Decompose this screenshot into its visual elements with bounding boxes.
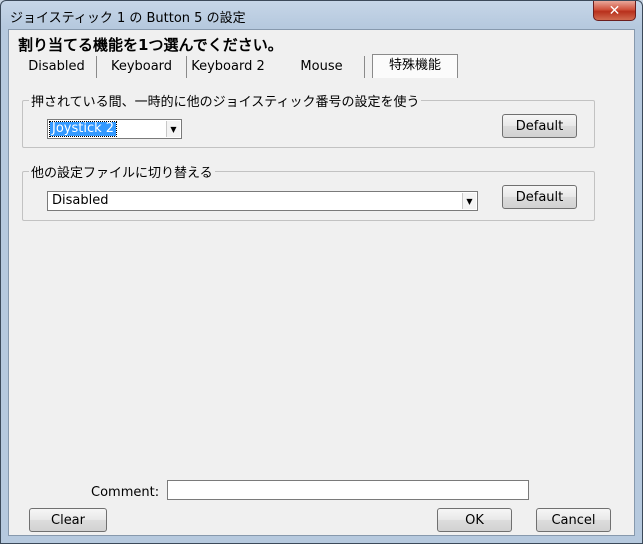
chevron-down-icon[interactable]: ▼ [166,121,180,137]
window-title: ジョイスティック 1 の Button 5 の設定 [10,11,246,26]
joystick-default-button[interactable]: Default [502,114,577,138]
temporary-joystick-label: 押されている間、一時的に他のジョイスティック番号の設定を使う [29,91,422,110]
tab-mouse[interactable]: Mouse [279,56,365,78]
close-button[interactable]: ✕ [593,1,636,21]
tab-disabled[interactable]: Disabled [17,56,97,78]
ok-button[interactable]: OK [437,508,512,532]
title-bar[interactable]: ジョイスティック 1 の Button 5 の設定 ✕ [1,1,642,29]
close-icon: ✕ [608,2,621,19]
joystick-number-select[interactable]: Joystick 2 ▼ [47,119,182,139]
dialog-window: ジョイスティック 1 の Button 5 の設定 ✕ 割り当てる機能を1つ選ん… [0,0,643,544]
temporary-joystick-group: 押されている間、一時的に他のジョイスティック番号の設定を使う Joystick … [22,91,595,148]
tab-special-functions[interactable]: 特殊機能 [372,54,458,78]
cancel-button[interactable]: Cancel [536,508,611,532]
comment-input[interactable] [167,480,529,500]
tab-keyboard[interactable]: Keyboard [97,56,187,78]
dialog-client-area: 割り当てる機能を1つ選んでください。 Disabled Keyboard Key… [8,29,635,536]
switch-config-file-label: 他の設定ファイルに切り替える [29,162,215,181]
config-file-default-button[interactable]: Default [502,185,577,209]
tab-keyboard-2[interactable]: Keyboard 2 [187,56,269,78]
function-tabs: Disabled Keyboard Keyboard 2 Mouse 特殊機能 [9,52,636,80]
comment-label: Comment: [91,485,160,500]
switch-config-file-group: 他の設定ファイルに切り替える Disabled ▼ Default [22,162,595,221]
chevron-down-icon[interactable]: ▼ [462,193,476,209]
joystick-number-value: Joystick 2 [48,121,118,137]
config-file-value: Disabled [52,193,109,208]
clear-button[interactable]: Clear [29,508,107,532]
config-file-select[interactable]: Disabled ▼ [47,191,478,211]
